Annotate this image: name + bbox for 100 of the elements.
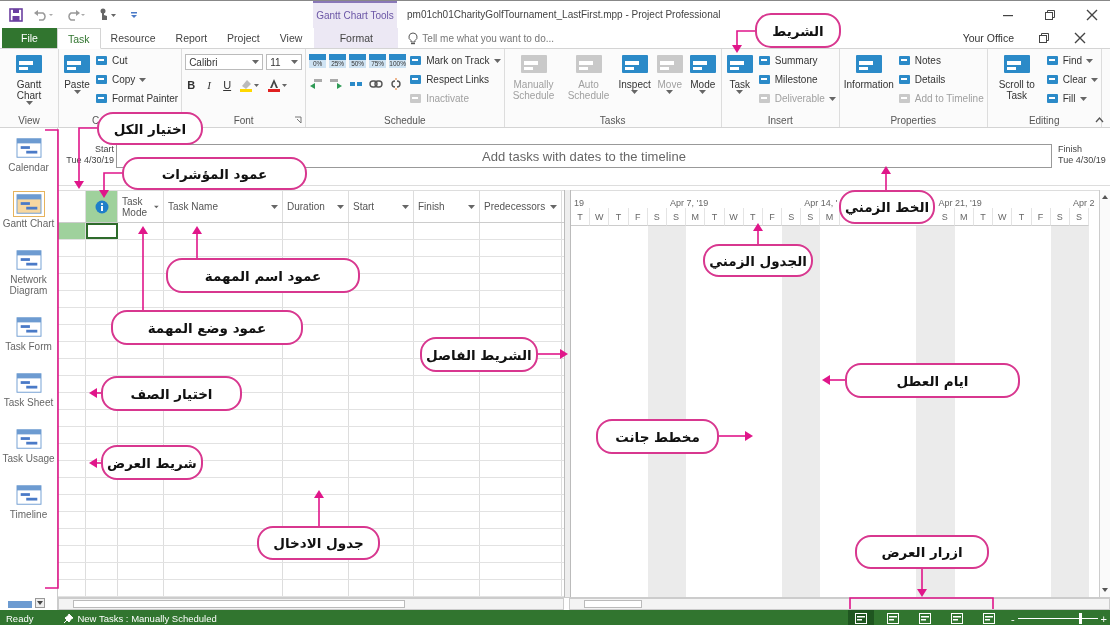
- scroll-up-icon[interactable]: [1101, 194, 1109, 200]
- account-name[interactable]: Your Office: [962, 28, 1014, 48]
- callout: عمود المؤشرات: [122, 157, 307, 190]
- view-bar-item[interactable]: Task Form: [1, 315, 56, 352]
- tile-icon: [897, 92, 911, 105]
- ribbon-button[interactable]: Notes: [897, 52, 984, 69]
- ribbon-button[interactable]: Task: [724, 52, 755, 113]
- undo-icon[interactable]: [33, 8, 55, 21]
- ribbon-button[interactable]: Mode: [687, 52, 718, 113]
- zoom-in-button[interactable]: +: [1100, 612, 1107, 625]
- view-bar-item[interactable]: Network Diagram: [1, 248, 56, 296]
- highlight-icon[interactable]: [239, 78, 262, 92]
- ribbon-tab[interactable]: Report: [165, 28, 218, 48]
- ribbon-button[interactable]: Format Painter: [95, 90, 179, 107]
- restore-icon[interactable]: [1044, 8, 1056, 21]
- close-icon[interactable]: [1086, 8, 1098, 21]
- active-cell[interactable]: [86, 223, 118, 239]
- column-header[interactable]: [86, 191, 118, 222]
- restore-icon[interactable]: [1038, 32, 1050, 44]
- ribbon-button[interactable]: Summary: [757, 52, 836, 69]
- caret-icon: [631, 90, 639, 94]
- ribbon-tab[interactable]: View: [269, 28, 313, 48]
- font-color-icon[interactable]: [267, 78, 290, 92]
- column-header[interactable]: Duration: [283, 191, 349, 222]
- callout-arrow: [917, 568, 927, 597]
- ribbon-button[interactable]: Gantt Chart: [3, 52, 55, 113]
- ribbon-button[interactable]: Fill: [1045, 90, 1098, 107]
- column-header[interactable]: Start: [349, 191, 414, 222]
- tile-icon: [1045, 92, 1059, 105]
- pushpin-icon: [63, 613, 75, 624]
- ribbon-button[interactable]: Find: [1045, 52, 1098, 69]
- status-text: Ready: [6, 613, 34, 624]
- dialog-launcher-icon[interactable]: [294, 116, 303, 124]
- scrollbar[interactable]: [569, 598, 1110, 610]
- column-header[interactable]: Task Name: [164, 191, 283, 222]
- ribbon-button[interactable]: Milestone: [757, 71, 836, 88]
- ribbon-tab[interactable]: Resource: [100, 28, 166, 48]
- tell-me-field[interactable]: Tell me what you want to do...: [422, 32, 593, 44]
- font-name-dropdown[interactable]: Calibri: [185, 54, 264, 70]
- column-header[interactable]: Finish: [414, 191, 480, 222]
- column-header[interactable]: Task Mode: [118, 191, 164, 222]
- scroll-down-icon[interactable]: [1101, 587, 1109, 593]
- ribbon-button[interactable]: Copy: [95, 71, 179, 88]
- ribbon-button[interactable]: Clear: [1045, 71, 1098, 88]
- day-label: F: [1037, 211, 1044, 222]
- callout: عمود اسم المهمة: [166, 258, 360, 293]
- font-size-dropdown[interactable]: 11: [266, 54, 303, 70]
- new-tasks-mode[interactable]: New Tasks : Manually Scheduled: [77, 613, 217, 624]
- ribbon-button[interactable]: Respect Links: [409, 71, 501, 88]
- caret-icon: [402, 204, 409, 209]
- ribbon-button[interactable]: Inspect: [617, 52, 652, 113]
- caret-icon: [154, 204, 159, 209]
- caret-icon: [1090, 77, 1098, 82]
- caret-icon: [666, 90, 674, 94]
- view-bar-item[interactable]: Gantt Chart: [1, 192, 56, 229]
- ribbon-button[interactable]: Mark on Track: [409, 52, 501, 69]
- collapse-ribbon-icon[interactable]: [1095, 117, 1104, 123]
- close-icon[interactable]: [1074, 32, 1086, 44]
- ribbon-button[interactable]: Paste: [62, 52, 92, 113]
- view-bar-item[interactable]: Task Sheet: [1, 371, 56, 408]
- customize-icon[interactable]: [129, 9, 139, 20]
- day-label: T: [1018, 211, 1025, 222]
- callout-arrow: [718, 431, 753, 441]
- row-header[interactable]: [58, 223, 86, 239]
- tile-icon: [1045, 73, 1059, 86]
- file-tab[interactable]: File: [2, 28, 57, 48]
- zoom-slider[interactable]: [1078, 613, 1082, 624]
- outdent-icon[interactable]: [309, 78, 324, 90]
- view-bar-item[interactable]: Calendar: [1, 136, 56, 173]
- indent-icon[interactable]: [329, 78, 344, 90]
- caret-icon: [337, 204, 344, 209]
- week-label: 19: [574, 198, 584, 208]
- scroll-down-icon[interactable]: [35, 598, 45, 608]
- caret-icon: [271, 204, 278, 209]
- ribbon-button[interactable]: Information: [842, 52, 895, 113]
- redo-icon[interactable]: [65, 8, 87, 21]
- ribbon-tab[interactable]: Project: [217, 28, 270, 48]
- ribbon-button[interactable]: Cut: [95, 52, 179, 69]
- format-button[interactable]: B: [185, 79, 198, 91]
- format-button[interactable]: U: [221, 79, 234, 91]
- callout: مخطط جانت: [596, 419, 719, 454]
- day-label: W: [729, 211, 738, 222]
- zoom-out-button[interactable]: -: [1010, 612, 1015, 625]
- view-bar-item[interactable]: Timeline: [1, 483, 56, 520]
- column-header[interactable]: Predecessors: [480, 191, 562, 222]
- ribbon-button[interactable]: Scroll to Task: [990, 52, 1043, 113]
- day-label: S: [807, 211, 814, 222]
- view-bar-item[interactable]: Task Usage: [1, 427, 56, 464]
- ribbon-tab[interactable]: Task: [57, 28, 101, 49]
- link-icon[interactable]: [369, 78, 384, 90]
- callout: ازرار العرض: [855, 535, 989, 569]
- ribbon-tab[interactable]: Format: [314, 28, 399, 48]
- ribbon-button[interactable]: Details: [897, 71, 984, 88]
- scrollbar[interactable]: [58, 598, 564, 610]
- scrollbar[interactable]: [1099, 190, 1110, 597]
- save-icon[interactable]: [9, 7, 23, 22]
- format-button[interactable]: I: [203, 79, 216, 91]
- unlink-icon[interactable]: [389, 78, 404, 90]
- tile-icon: [897, 73, 911, 86]
- view-shortcut-button[interactable]: [847, 610, 874, 625]
